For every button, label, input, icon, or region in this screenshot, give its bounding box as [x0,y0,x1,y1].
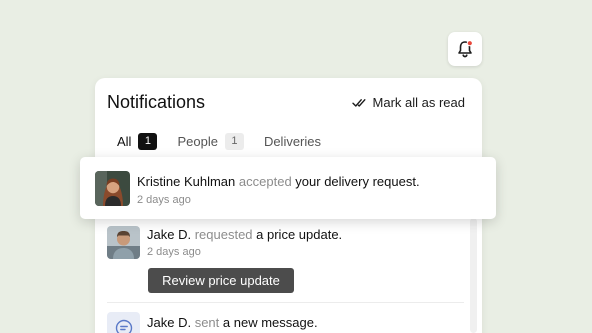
notification-actor: Jake D. [147,227,192,242]
tab-people[interactable]: People 1 [177,133,244,150]
double-check-icon [351,98,366,107]
bell-badge [466,40,473,47]
mark-all-read-label: Mark all as read [372,95,465,110]
notification-verb: sent [194,315,220,330]
notification-actor: Jake D. [147,315,192,330]
scrollbar[interactable] [470,218,477,333]
divider [107,302,464,303]
mark-all-read-button[interactable]: Mark all as read [351,95,465,110]
panel-title: Notifications [107,92,206,112]
review-price-update-button[interactable]: Review price update [148,268,294,293]
notification-time: 2 days ago [137,194,191,206]
notifications-bell-button[interactable] [448,32,482,66]
notification-text: Jake D. requested a price update. [147,227,342,242]
notification-time: 2 days ago [147,246,201,258]
notification-text: Kristine Kuhlman accepted your delivery … [137,174,420,189]
tab-label: Deliveries [263,134,322,149]
tab-count-badge: 1 [138,133,158,150]
notification-item-highlighted[interactable]: Kristine Kuhlman accepted your delivery … [80,157,496,219]
notification-object: a price update. [256,227,343,242]
notification-verb: requested [194,227,253,242]
notification-object: your delivery request. [295,174,420,189]
tab-all[interactable]: All 1 [117,133,158,150]
notification-verb: accepted [238,174,292,189]
avatar [107,226,140,259]
filter-tabs: All 1 People 1 Deliveries [117,133,341,150]
avatar [95,171,130,206]
notification-actor: Kristine Kuhlman [137,174,236,189]
tab-label: People [177,134,218,149]
notification-text[interactable]: Jake D. sent a new message. [147,315,318,330]
tab-label: All [117,134,132,149]
notification-object: a new message. [222,315,318,330]
tab-count-badge: 1 [224,133,244,150]
bell-icon [458,40,473,58]
message-icon [107,312,140,333]
tab-deliveries[interactable]: Deliveries [264,134,321,149]
